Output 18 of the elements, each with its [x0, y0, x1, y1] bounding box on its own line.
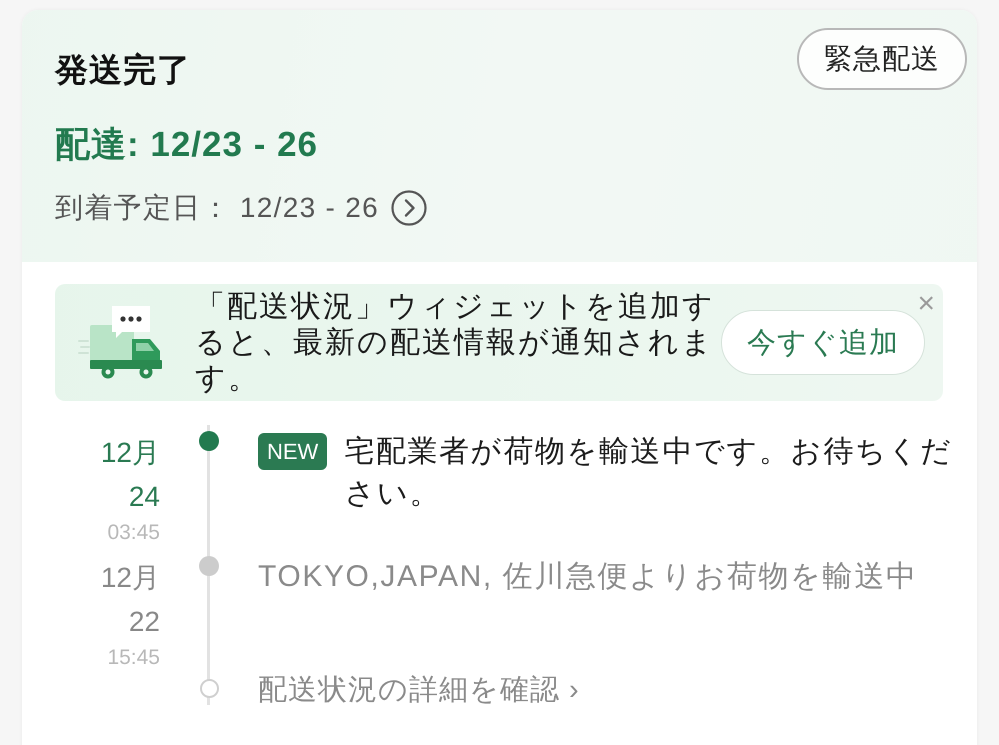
- event-description: TOKYO,JAPAN, 佐川急便よりお荷物を輸送中: [258, 559, 919, 595]
- event-month: 12月: [100, 561, 160, 595]
- estimated-arrival-text: 到着予定日： 12/23 - 26: [55, 191, 379, 225]
- chevron-circle-icon[interactable]: [390, 190, 427, 226]
- event-time: 03:45: [107, 520, 160, 546]
- shipment-status-title: 発送完了: [55, 50, 191, 90]
- add-now-button[interactable]: 今すぐ追加: [721, 310, 925, 375]
- event-day: 22: [128, 600, 160, 644]
- timeline-end-circle-icon: [200, 679, 218, 698]
- urgent-delivery-button[interactable]: 緊急配送: [797, 28, 967, 90]
- event-description: 宅配業者が荷物を輸送中です。お待ちください。: [344, 434, 954, 512]
- delivery-date-text: 配達: 12/23 - 26: [55, 124, 318, 166]
- event-time: 15:45: [107, 645, 160, 671]
- widget-promo-message: 「配送状況」ウィジェットを追加すると、最新の配送情報が通知されます。: [195, 288, 715, 396]
- event-day: 24: [128, 475, 160, 519]
- new-badge: NEW: [258, 433, 328, 470]
- tracking-details-link[interactable]: 配送状況の詳細を確認 ›: [258, 672, 580, 708]
- event-month: 12月: [100, 436, 160, 470]
